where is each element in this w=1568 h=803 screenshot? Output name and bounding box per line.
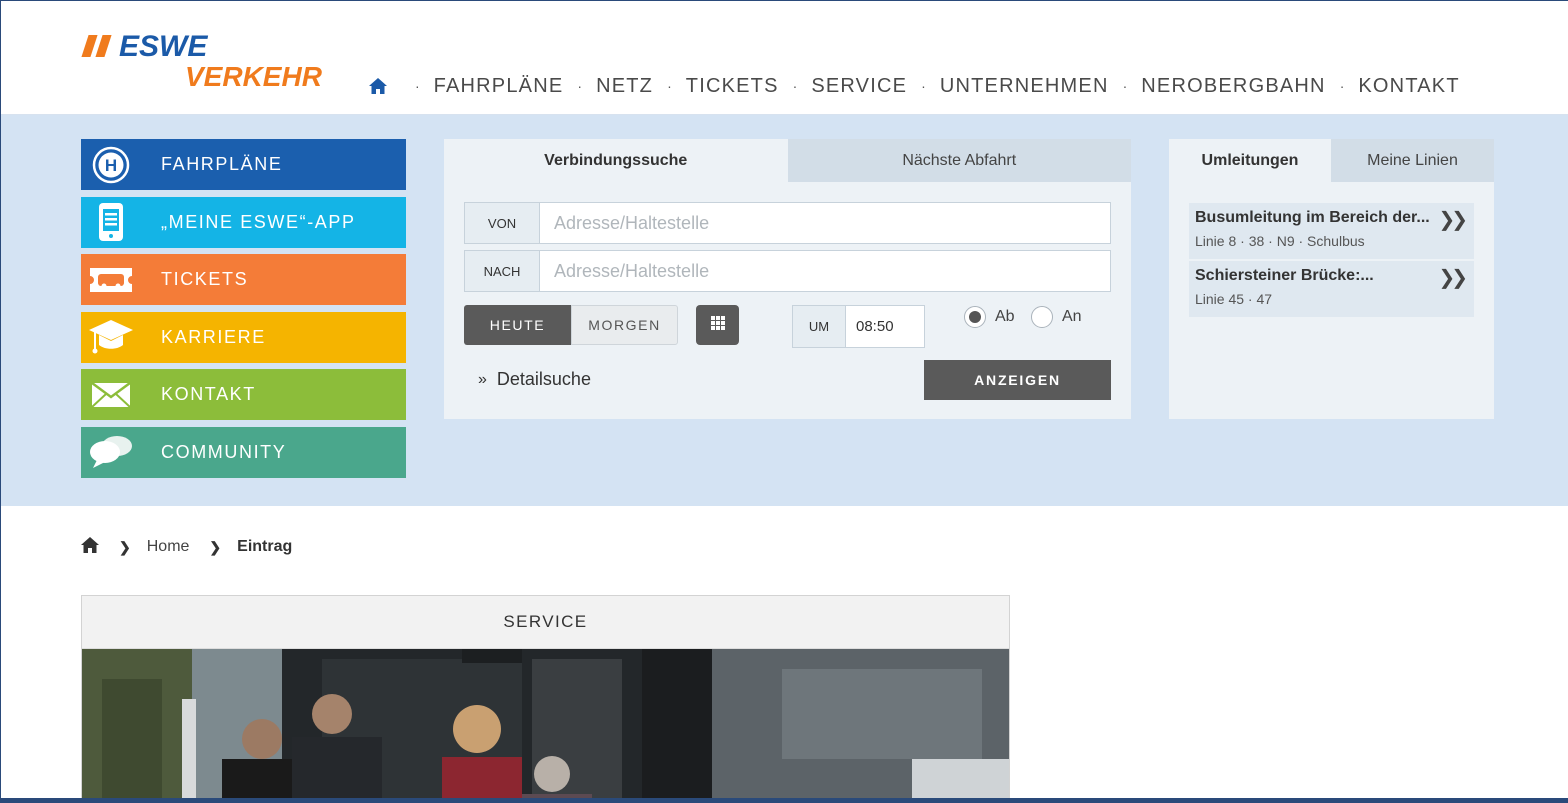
logo-stripes [81,35,117,57]
quicklink-label: COMMUNITY [161,441,287,462]
breadcrumb-current: Eintrag [237,538,293,555]
breadcrumb-home[interactable]: Home [147,538,190,556]
quicklink-tickets[interactable]: TICKETS [81,254,406,305]
radio-circle-unchecked[interactable] [1031,306,1053,328]
content-card: SERVICE [81,595,1010,803]
nav-item-unternehmen[interactable]: UNTERNEHMEN [940,75,1109,98]
decorative-shape [1031,588,1351,803]
graduation-cap-icon [81,312,141,363]
radio-circle-checked[interactable] [964,306,986,328]
radio-departure[interactable]: Ab [964,306,1015,328]
detour-tabs: Umleitungen Meine Linien [1169,139,1494,182]
detour-title: Schiersteiner Brücke:... [1195,267,1374,284]
nav-separator: · [1122,78,1128,94]
nav-item-nerobergbahn[interactable]: NEROBERGBAHN [1141,75,1325,98]
detour-item[interactable]: Schiersteiner Brücke:... Linie 45 · 47 ❯… [1189,261,1474,317]
quicklink-label: TICKETS [161,269,249,289]
time-field: UM 08:50 [792,305,925,348]
card-heading: SERVICE [82,596,1009,649]
detours-panel: Umleitungen Meine Linien Busumleitung im… [1169,139,1494,419]
detour-item[interactable]: Busumleitung im Bereich der... Linie 8 ·… [1189,203,1474,259]
detour-list: Busumleitung im Bereich der... Linie 8 ·… [1189,203,1474,319]
envelope-icon [81,369,141,420]
detour-lines: Linie 45 · 47 [1195,291,1273,307]
radio-arrival-label: An [1062,308,1082,325]
main-navigation: · FAHRPLÄNE · NETZ · TICKETS · SERVICE ·… [369,71,1460,101]
radio-arrival[interactable]: An [1031,306,1082,328]
show-button[interactable]: ANZEIGEN [924,360,1111,400]
page-bottom-border [1,798,1568,803]
connection-search-panel: Verbindungssuche Nächste Abfahrt VON NAC… [444,139,1131,419]
breadcrumb: ❯ Home ❯ Eintrag [81,535,292,559]
day-selector: HEUTE MORGEN [464,305,678,345]
calendar-button[interactable] [696,305,739,345]
quicklink-karriere[interactable]: KARRIERE [81,311,406,363]
chevron-right-icon: ❯ [209,538,222,555]
double-chevron-right-icon: » [478,370,487,388]
nav-item-kontakt[interactable]: KONTAKT [1358,75,1459,98]
smartphone-icon [81,197,141,248]
today-button[interactable]: HEUTE [464,305,571,345]
svg-text:H: H [105,156,117,175]
nav-separator: · [1339,78,1345,94]
home-icon[interactable] [369,76,389,96]
search-tabs: Verbindungssuche Nächste Abfahrt [444,139,1131,182]
nav-item-netz[interactable]: NETZ [596,75,653,98]
page: ESWE VERKEHR · FAHRPLÄNE · NETZ · TICKET… [0,0,1568,803]
double-chevron-right-icon: ❯❯ [1438,265,1467,289]
home-icon[interactable] [81,536,99,558]
from-input[interactable] [540,203,1110,243]
nav-separator: · [577,78,583,94]
radio-departure-label: Ab [995,308,1015,325]
quicklink-label: FAHRPLÄNE [161,154,283,174]
bus-photo-illustration [82,649,1009,803]
to-field: NACH [464,250,1111,292]
quicklink-label: KONTAKT [161,384,256,404]
chevron-right-icon: ❯ [119,538,131,555]
quicklink-community[interactable]: COMMUNITY [81,426,406,478]
double-chevron-right-icon: ❯❯ [1438,207,1467,231]
logo-text-eswe: ESWE [119,30,208,63]
quicklinks: H FAHRPLÄNE „MEINE ESWE“-APP TICKETS KAR… [81,139,406,484]
from-label: VON [465,203,540,243]
tab-naechste-abfahrt[interactable]: Nächste Abfahrt [787,139,1131,182]
detail-search-link[interactable]: » Detailsuche [478,369,591,390]
nav-separator: · [415,78,420,94]
nav-separator: · [792,78,798,94]
eswe-logo[interactable]: ESWE VERKEHR [81,30,341,95]
quicklink-label: KARRIERE [161,326,266,347]
detour-lines: Linie 8 · 38 · N9 · Schulbus [1195,233,1365,249]
ticket-icon [81,254,141,305]
article-photo [82,649,1009,803]
logo-text-verkehr: VERKEHR [185,61,322,92]
nav-separator: · [667,78,672,94]
quicklink-app[interactable]: „MEINE ESWE“-APP [81,196,406,248]
time-label: UM [793,306,846,347]
bus-stop-icon: H [81,139,141,190]
quicklink-fahrplaene[interactable]: H FAHRPLÄNE [81,139,406,190]
tab-meine-linien[interactable]: Meine Linien [1331,139,1494,182]
to-input[interactable] [540,251,1110,291]
tab-verbindungssuche[interactable]: Verbindungssuche [444,139,788,182]
time-input[interactable]: 08:50 [846,306,924,347]
from-field: VON [464,202,1111,244]
quicklink-kontakt[interactable]: KONTAKT [81,369,406,420]
nav-item-service[interactable]: SERVICE [811,75,907,98]
tomorrow-button[interactable]: MORGEN [571,305,678,345]
calendar-grid-icon [710,315,726,336]
speech-bubbles-icon [81,427,141,478]
detail-search-label: Detailsuche [496,369,591,389]
detour-title: Busumleitung im Bereich der... [1195,209,1430,226]
site-header: ESWE VERKEHR · FAHRPLÄNE · NETZ · TICKET… [1,1,1568,115]
nav-item-fahrplaene[interactable]: FAHRPLÄNE [434,75,564,98]
to-label: NACH [465,251,540,291]
tab-umleitungen[interactable]: Umleitungen [1169,139,1331,182]
nav-separator: · [921,78,926,94]
nav-item-tickets[interactable]: TICKETS [686,75,779,98]
quicklink-label: „MEINE ESWE“-APP [161,211,356,232]
